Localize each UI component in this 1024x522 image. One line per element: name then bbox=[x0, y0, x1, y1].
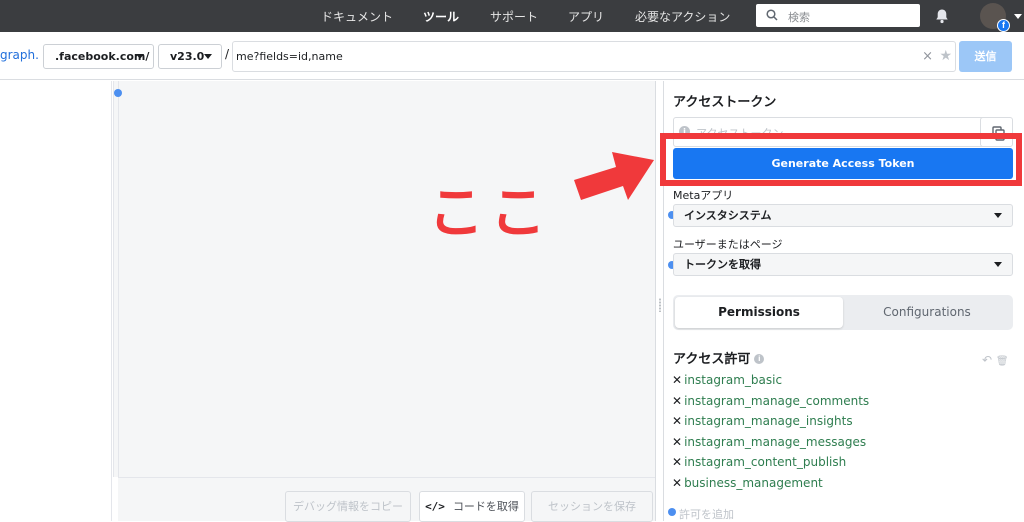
response-area bbox=[113, 81, 655, 477]
resize-grip-icon[interactable] bbox=[658, 298, 662, 312]
nav-tools[interactable]: ツール bbox=[423, 8, 459, 25]
code-icon: </> bbox=[425, 500, 445, 513]
path-separator: / bbox=[225, 47, 230, 61]
arrow-icon bbox=[574, 152, 654, 200]
editor-footer: デバッグ情報をコピー </> コードを取得 セッションを保存 bbox=[118, 477, 655, 522]
user-page-value: トークンを取得 bbox=[684, 258, 761, 271]
permissions-title-text: アクセス許可 bbox=[673, 352, 751, 367]
editor-gutter bbox=[118, 81, 119, 477]
remove-icon[interactable]: ✕ bbox=[672, 373, 682, 387]
trash-icon[interactable]: 🗑 bbox=[996, 356, 1009, 367]
annotation-text: ここ bbox=[428, 181, 552, 246]
get-code-label: コードを取得 bbox=[452, 500, 519, 513]
remove-icon[interactable]: ✕ bbox=[672, 435, 682, 449]
chevron-down-icon bbox=[994, 213, 1002, 218]
nav-apps[interactable]: アプリ bbox=[568, 8, 604, 25]
version-dropdown[interactable]: v23.0 bbox=[158, 44, 222, 69]
save-session-button[interactable]: セッションを保存 bbox=[531, 491, 653, 522]
host-dropdown[interactable]: .facebook.com/ bbox=[43, 44, 154, 69]
search-placeholder: 検索 bbox=[788, 11, 810, 24]
graph-prefix: graph. bbox=[0, 48, 39, 62]
info-icon: i bbox=[754, 354, 765, 364]
chevron-down-icon bbox=[994, 262, 1002, 267]
permission-item: ✕ instagram_content_publish bbox=[672, 455, 846, 469]
permission-name: instagram_manage_comments bbox=[684, 394, 870, 408]
permissions-title: アクセス許可 i bbox=[673, 348, 765, 367]
permission-item: ✕ instagram_manage_comments bbox=[672, 394, 869, 408]
chevron-down-icon bbox=[136, 54, 144, 59]
nav-support[interactable]: サポート bbox=[490, 8, 538, 25]
star-icon[interactable]: ★ bbox=[939, 42, 952, 71]
get-code-button[interactable]: </> コードを取得 bbox=[419, 491, 525, 522]
meta-app-value: インスタシステム bbox=[684, 209, 772, 222]
top-navigation: ドキュメント ツール サポート アプリ 必要なアクション 検索 f bbox=[0, 0, 1024, 32]
access-token-title: アクセストークン bbox=[673, 95, 777, 110]
permission-name: instagram_basic bbox=[684, 373, 783, 387]
add-permission-input[interactable]: 許可を追加 bbox=[679, 506, 734, 522]
user-page-select[interactable]: トークンを取得 bbox=[673, 253, 1013, 276]
send-button[interactable]: 送信 bbox=[959, 41, 1012, 72]
meta-app-select[interactable]: インスタシステム bbox=[673, 204, 1013, 227]
search-input[interactable]: 検索 bbox=[756, 4, 920, 27]
chevron-down-icon[interactable] bbox=[1014, 14, 1022, 19]
permission-item: ✕ instagram_manage_insights bbox=[672, 414, 853, 428]
remove-icon[interactable]: ✕ bbox=[672, 476, 682, 490]
remove-icon[interactable]: ✕ bbox=[672, 455, 682, 469]
tree-node-dot-icon[interactable] bbox=[114, 89, 122, 97]
user-page-label: ユーザーまたはページ bbox=[673, 238, 783, 251]
permission-name: instagram_content_publish bbox=[684, 455, 847, 469]
copy-debug-button[interactable]: デバッグ情報をコピー bbox=[285, 491, 411, 522]
avatar[interactable]: f bbox=[980, 3, 1010, 32]
version-value: v23.0 bbox=[170, 50, 205, 63]
permission-actions: ↶ 🗑 bbox=[982, 353, 1009, 367]
permission-item: ✕ instagram_basic bbox=[672, 373, 782, 387]
permission-name: instagram_manage_insights bbox=[684, 414, 853, 428]
path-input[interactable]: me?fields=id,name × ★ bbox=[232, 41, 956, 72]
left-pane bbox=[0, 81, 112, 521]
permission-name: instagram_manage_messages bbox=[684, 435, 867, 449]
permission-name: business_management bbox=[684, 476, 823, 490]
nav-docs[interactable]: ドキュメント bbox=[321, 8, 393, 25]
search-icon bbox=[766, 9, 778, 21]
permission-item: ✕ instagram_manage_messages bbox=[672, 435, 866, 449]
nav-required-actions[interactable]: 必要なアクション bbox=[635, 8, 730, 25]
status-dot-icon bbox=[668, 508, 676, 516]
tab-permissions[interactable]: Permissions bbox=[675, 297, 843, 328]
meta-app-label: Metaアプリ bbox=[673, 189, 734, 202]
path-value: me?fields=id,name bbox=[236, 50, 343, 63]
clear-icon[interactable]: × bbox=[922, 42, 933, 71]
undo-icon[interactable]: ↶ bbox=[982, 353, 992, 367]
panel-tabs: Permissions Configurations bbox=[673, 295, 1013, 330]
request-bar: graph. .facebook.com/ v23.0 / me?fields=… bbox=[0, 32, 1024, 80]
remove-icon[interactable]: ✕ bbox=[672, 414, 682, 428]
facebook-badge-icon: f bbox=[997, 19, 1010, 32]
bell-icon[interactable] bbox=[934, 8, 950, 24]
remove-icon[interactable]: ✕ bbox=[672, 394, 682, 408]
tab-configurations[interactable]: Configurations bbox=[843, 297, 1011, 328]
chevron-down-icon bbox=[204, 54, 212, 59]
highlight-box bbox=[660, 133, 1022, 186]
permission-item: ✕ business_management bbox=[672, 476, 823, 490]
